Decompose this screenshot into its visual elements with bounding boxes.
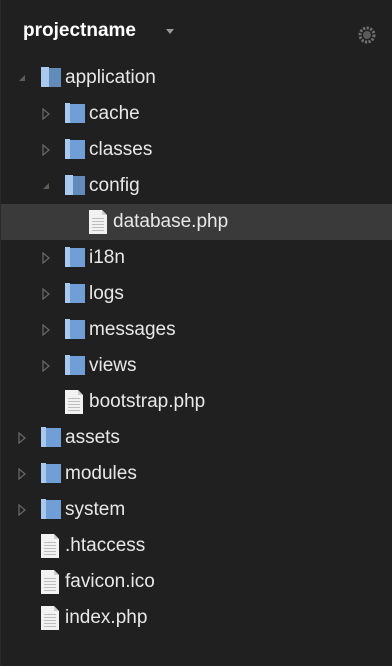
tree-item-label: assets bbox=[65, 427, 120, 448]
collapsed-arrow-icon[interactable] bbox=[39, 143, 53, 157]
file-icon bbox=[39, 533, 61, 564]
tree-folder-modules[interactable]: modules bbox=[1, 456, 392, 492]
project-name[interactable]: projectname bbox=[23, 19, 136, 43]
folder-icon bbox=[63, 101, 87, 130]
tree-item-label: modules bbox=[65, 463, 137, 484]
expanded-arrow-icon[interactable] bbox=[15, 71, 29, 85]
tree-file-bootstrap-php[interactable]: bootstrap.php bbox=[1, 384, 392, 420]
collapsed-arrow-icon[interactable] bbox=[15, 467, 29, 481]
collapsed-arrow-icon[interactable] bbox=[15, 503, 29, 517]
tree-file-htaccess[interactable]: .htaccess bbox=[1, 528, 392, 564]
tree-item-label: bootstrap.php bbox=[89, 391, 206, 412]
tree-file-index-php[interactable]: index.php bbox=[1, 600, 392, 636]
folder-icon bbox=[63, 281, 87, 310]
tree-item-label: system bbox=[65, 499, 126, 520]
folder-icon bbox=[63, 137, 87, 166]
tree-item-label: logs bbox=[89, 283, 124, 304]
file-icon bbox=[39, 569, 61, 600]
tree-item-label: index.php bbox=[65, 607, 148, 628]
tree-folder-application[interactable]: application bbox=[1, 60, 392, 96]
tree-folder-cache[interactable]: cache bbox=[1, 96, 392, 132]
tree-item-label: views bbox=[89, 355, 137, 376]
collapsed-arrow-icon[interactable] bbox=[39, 359, 53, 373]
collapsed-arrow-icon[interactable] bbox=[39, 287, 53, 301]
tree-folder-assets[interactable]: assets bbox=[1, 420, 392, 456]
folder-icon bbox=[39, 425, 63, 454]
chevron-down-icon[interactable] bbox=[166, 29, 174, 34]
gear-icon[interactable] bbox=[356, 24, 378, 46]
folder-icon bbox=[39, 461, 63, 490]
collapsed-arrow-icon[interactable] bbox=[39, 251, 53, 265]
file-icon bbox=[63, 389, 85, 420]
collapsed-arrow-icon[interactable] bbox=[39, 107, 53, 121]
tree-folder-system[interactable]: system bbox=[1, 492, 392, 528]
tree-folder-classes[interactable]: classes bbox=[1, 132, 392, 168]
tree-folder-config[interactable]: config bbox=[1, 168, 392, 204]
tree-item-label: messages bbox=[89, 319, 176, 340]
tree-item-label: favicon.ico bbox=[65, 571, 155, 592]
folder-icon bbox=[63, 317, 87, 346]
tree-item-label: database.php bbox=[113, 211, 229, 232]
tree-file-favicon-ico[interactable]: favicon.ico bbox=[1, 564, 392, 600]
tree-item-label: classes bbox=[89, 139, 153, 160]
folder-icon bbox=[63, 245, 87, 274]
file-icon bbox=[87, 209, 109, 240]
tree-folder-views[interactable]: views bbox=[1, 348, 392, 384]
tree-folder-i18n[interactable]: i18n bbox=[1, 240, 392, 276]
file-tree-panel: projectname application cache classes confi… bbox=[0, 0, 392, 666]
tree-item-label: i18n bbox=[89, 247, 125, 268]
project-header[interactable]: projectname bbox=[1, 0, 392, 62]
folder-open-icon bbox=[39, 65, 63, 94]
folder-open-icon bbox=[63, 173, 87, 202]
tree-folder-messages[interactable]: messages bbox=[1, 312, 392, 348]
tree-folder-logs[interactable]: logs bbox=[1, 276, 392, 312]
file-icon bbox=[39, 605, 61, 636]
expanded-arrow-icon[interactable] bbox=[39, 179, 53, 193]
tree-item-label: application bbox=[65, 67, 156, 88]
folder-icon bbox=[39, 497, 63, 526]
tree-file-database-php[interactable]: database.php bbox=[1, 204, 392, 240]
collapsed-arrow-icon[interactable] bbox=[39, 323, 53, 337]
tree-item-label: cache bbox=[89, 103, 140, 124]
folder-icon bbox=[63, 353, 87, 382]
tree-item-label: .htaccess bbox=[65, 535, 146, 556]
tree-item-label: config bbox=[89, 175, 140, 196]
collapsed-arrow-icon[interactable] bbox=[15, 431, 29, 445]
